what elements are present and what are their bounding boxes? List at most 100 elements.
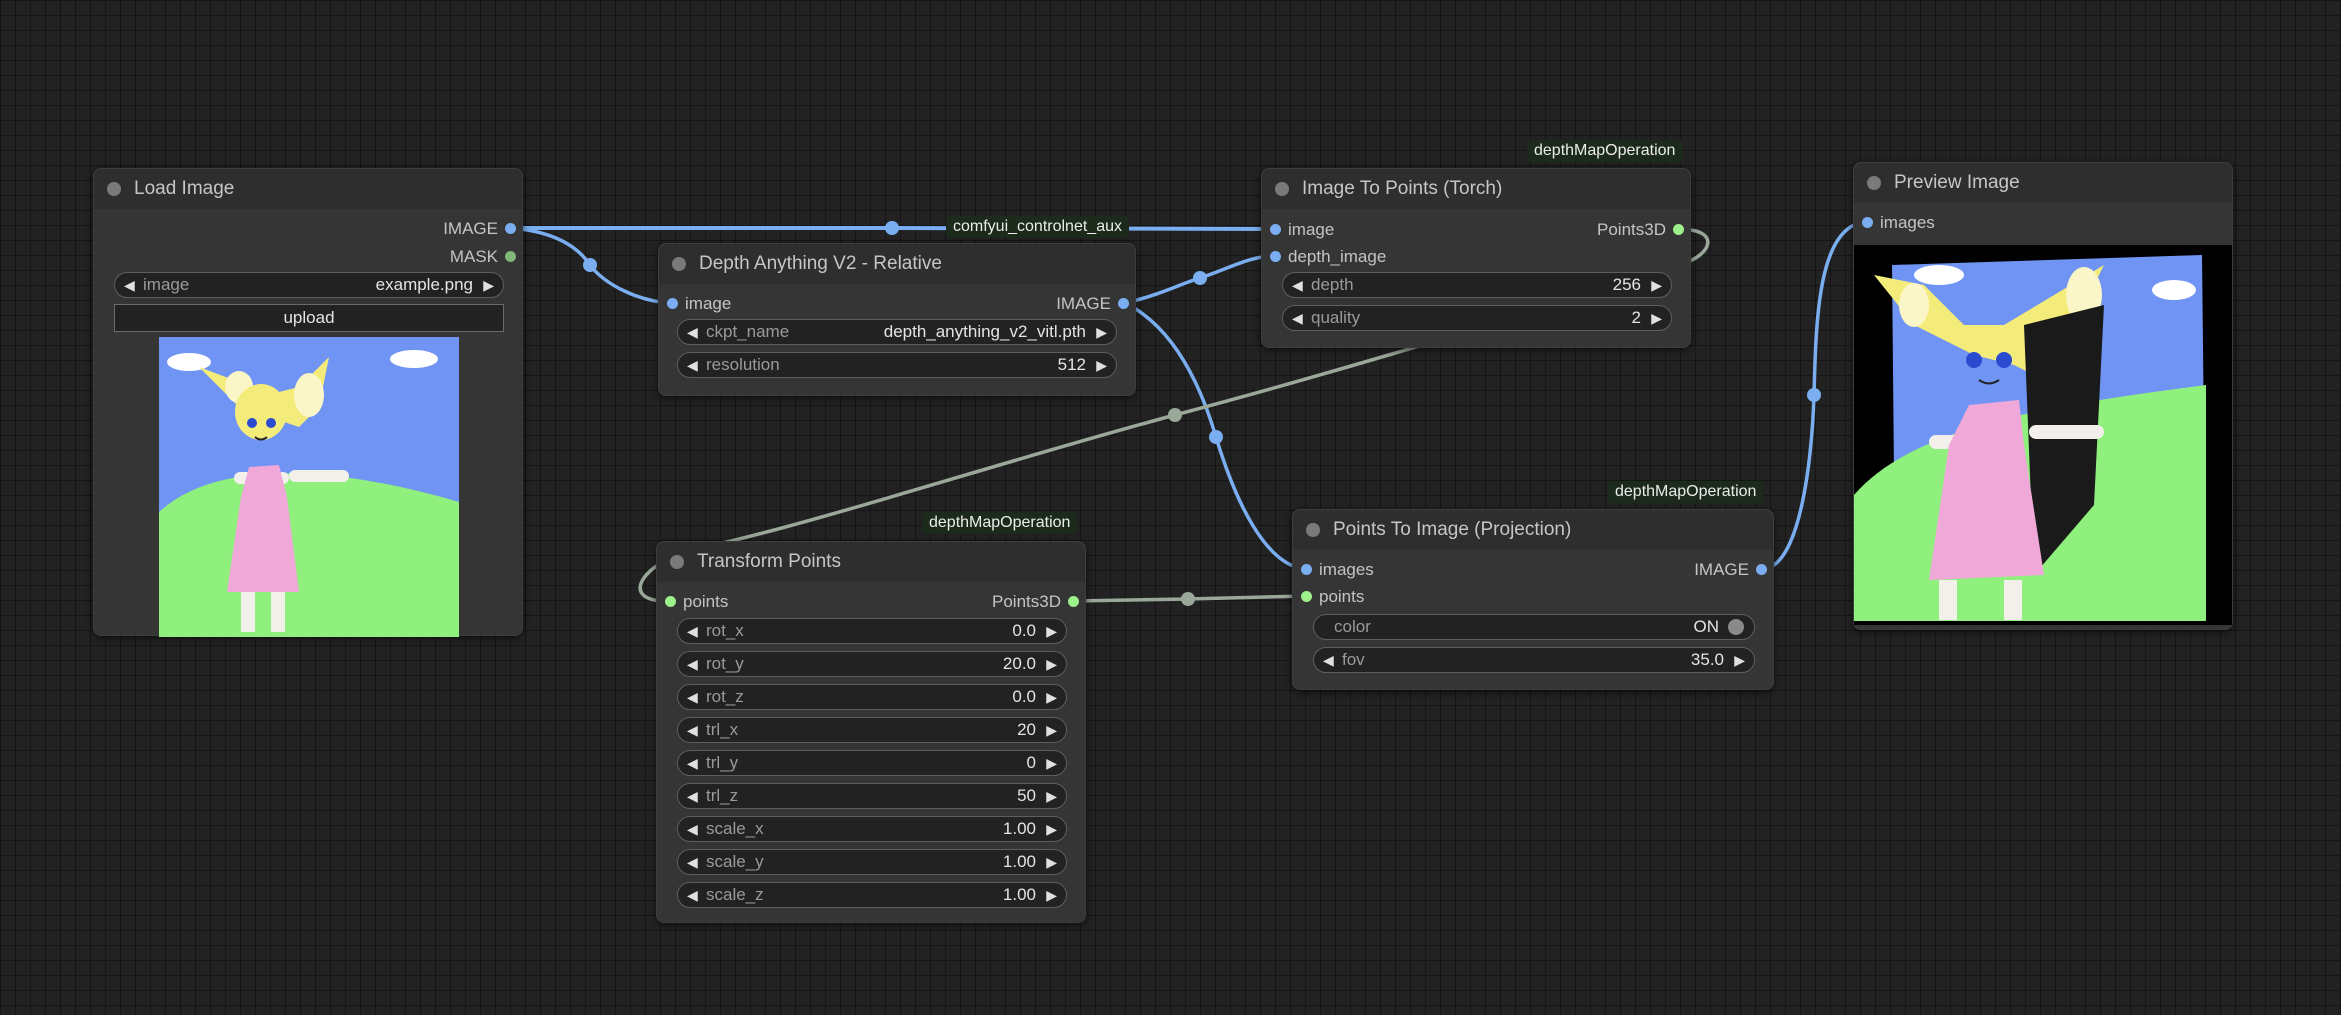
quality-widget[interactable]: ◀ quality 2 ▶	[1282, 305, 1672, 331]
slot-connector[interactable]	[1270, 251, 1281, 262]
slot-connector[interactable]	[505, 223, 516, 234]
increment-arrow-icon[interactable]: ▶	[1046, 751, 1057, 775]
node-title-bar[interactable]: Load Image	[94, 169, 522, 209]
depth-anything-node[interactable]: Depth Anything V2 - Relative image IMAGE…	[658, 243, 1136, 396]
node-title-bar[interactable]: Depth Anything V2 - Relative	[659, 244, 1135, 284]
resolution-widget[interactable]: ◀ resolution 512 ▶	[677, 352, 1117, 378]
link-transform-to-projection[interactable]	[1071, 594, 1307, 603]
rot-z-widget[interactable]: ◀ rot_z 0.0 ▶	[677, 684, 1067, 710]
input-slot-depth-image[interactable]: depth_image	[1270, 247, 1386, 267]
output-slot-image[interactable]: IMAGE	[1694, 560, 1767, 580]
slot-connector[interactable]	[1301, 591, 1312, 602]
link-reroute-dot[interactable]	[1193, 271, 1207, 285]
link-depth-to-image-to-points[interactable]	[1123, 254, 1276, 305]
output-slot-image[interactable]: IMAGE	[443, 219, 516, 239]
slot-connector[interactable]	[505, 251, 516, 262]
decrement-arrow-icon[interactable]: ◀	[124, 273, 135, 297]
collapse-dot[interactable]	[107, 182, 121, 196]
slot-connector[interactable]	[1068, 596, 1079, 607]
input-slot-images[interactable]: images	[1862, 213, 1935, 233]
slot-connector[interactable]	[1756, 564, 1767, 575]
scale-x-widget[interactable]: ◀ scale_x 1.00 ▶	[677, 816, 1067, 842]
slot-connector[interactable]	[667, 298, 678, 309]
increment-arrow-icon[interactable]: ▶	[1046, 619, 1057, 643]
node-title-bar[interactable]: Image To Points (Torch)	[1262, 169, 1690, 209]
node-title-bar[interactable]: Points To Image (Projection)	[1293, 510, 1773, 550]
decrement-arrow-icon[interactable]: ◀	[687, 619, 698, 643]
decrement-arrow-icon[interactable]: ◀	[1292, 306, 1303, 330]
decrement-arrow-icon[interactable]: ◀	[687, 850, 698, 874]
slot-connector[interactable]	[1118, 298, 1129, 309]
link-image-to-image-to-points[interactable]	[509, 226, 1276, 231]
decrement-arrow-icon[interactable]: ◀	[687, 817, 698, 841]
collapse-dot[interactable]	[672, 257, 686, 271]
link-reroute-dot[interactable]	[885, 221, 899, 235]
preview-image-node[interactable]: Preview Image images	[1853, 162, 2233, 630]
increment-arrow-icon[interactable]: ▶	[1046, 685, 1057, 709]
input-slot-image[interactable]: image	[667, 294, 731, 314]
increment-arrow-icon[interactable]: ▶	[1096, 320, 1107, 344]
points-to-image-node[interactable]: Points To Image (Projection) images IMAG…	[1292, 509, 1774, 690]
decrement-arrow-icon[interactable]: ◀	[1323, 648, 1334, 672]
collapse-dot[interactable]	[1306, 523, 1320, 537]
trl-z-widget[interactable]: ◀ trl_z 50 ▶	[677, 783, 1067, 809]
increment-arrow-icon[interactable]: ▶	[1651, 273, 1662, 297]
output-slot-points3d[interactable]: Points3D	[992, 592, 1079, 612]
collapse-dot[interactable]	[1275, 182, 1289, 196]
decrement-arrow-icon[interactable]: ◀	[687, 652, 698, 676]
input-slot-points[interactable]: points	[1301, 587, 1364, 607]
transform-points-node[interactable]: Transform Points points Points3D ◀ rot_x…	[656, 541, 1086, 923]
decrement-arrow-icon[interactable]: ◀	[687, 751, 698, 775]
increment-arrow-icon[interactable]: ▶	[1096, 353, 1107, 377]
scale-z-widget[interactable]: ◀ scale_z 1.00 ▶	[677, 882, 1067, 908]
increment-arrow-icon[interactable]: ▶	[1046, 817, 1057, 841]
decrement-arrow-icon[interactable]: ◀	[687, 718, 698, 742]
slot-connector[interactable]	[1862, 217, 1873, 228]
node-title-bar[interactable]: Preview Image	[1854, 163, 2232, 203]
slot-connector[interactable]	[1301, 564, 1312, 575]
slot-connector[interactable]	[1270, 224, 1281, 235]
input-slot-points[interactable]: points	[665, 592, 728, 612]
decrement-arrow-icon[interactable]: ◀	[687, 784, 698, 808]
collapse-dot[interactable]	[670, 555, 684, 569]
increment-arrow-icon[interactable]: ▶	[1046, 883, 1057, 907]
link-reroute-dot[interactable]	[1807, 388, 1821, 402]
color-toggle[interactable]: color ON	[1313, 614, 1755, 640]
link-reroute-dot[interactable]	[583, 258, 597, 272]
trl-y-widget[interactable]: ◀ trl_y 0 ▶	[677, 750, 1067, 776]
output-slot-mask[interactable]: MASK	[450, 247, 516, 267]
fov-widget[interactable]: ◀ fov 35.0 ▶	[1313, 647, 1755, 673]
decrement-arrow-icon[interactable]: ◀	[687, 685, 698, 709]
increment-arrow-icon[interactable]: ▶	[1046, 850, 1057, 874]
scale-y-widget[interactable]: ◀ scale_y 1.00 ▶	[677, 849, 1067, 875]
image-combo-widget[interactable]: ◀ image example.png ▶	[114, 272, 504, 298]
link-reroute-dot[interactable]	[1209, 430, 1223, 444]
depth-widget[interactable]: ◀ depth 256 ▶	[1282, 272, 1672, 298]
increment-arrow-icon[interactable]: ▶	[1651, 306, 1662, 330]
increment-arrow-icon[interactable]: ▶	[1046, 652, 1057, 676]
rot-y-widget[interactable]: ◀ rot_y 20.0 ▶	[677, 651, 1067, 677]
increment-arrow-icon[interactable]: ▶	[483, 273, 494, 297]
increment-arrow-icon[interactable]: ▶	[1046, 784, 1057, 808]
input-slot-images[interactable]: images	[1301, 560, 1374, 580]
decrement-arrow-icon[interactable]: ◀	[1292, 273, 1303, 297]
decrement-arrow-icon[interactable]: ◀	[687, 883, 698, 907]
link-projection-to-preview[interactable]	[1760, 220, 1868, 571]
slot-connector[interactable]	[1673, 224, 1684, 235]
decrement-arrow-icon[interactable]: ◀	[687, 320, 698, 344]
increment-arrow-icon[interactable]: ▶	[1046, 718, 1057, 742]
decrement-arrow-icon[interactable]: ◀	[687, 353, 698, 377]
image-to-points-node[interactable]: Image To Points (Torch) image Points3D d…	[1261, 168, 1691, 348]
increment-arrow-icon[interactable]: ▶	[1734, 648, 1745, 672]
slot-connector[interactable]	[665, 596, 676, 607]
load-image-node[interactable]: Load Image IMAGE MASK ◀ image example.pn…	[93, 168, 523, 637]
output-slot-image[interactable]: IMAGE	[1056, 294, 1129, 314]
input-slot-image[interactable]: image	[1270, 220, 1334, 240]
rot-x-widget[interactable]: ◀ rot_x 0.0 ▶	[677, 618, 1067, 644]
link-reroute-dot[interactable]	[1181, 592, 1195, 606]
toggle-knob-icon[interactable]	[1728, 619, 1744, 635]
collapse-dot[interactable]	[1867, 176, 1881, 190]
link-image-to-depth-anything[interactable]	[509, 226, 674, 305]
link-reroute-dot[interactable]	[1168, 408, 1182, 422]
ckpt-name-widget[interactable]: ◀ ckpt_name depth_anything_v2_vitl.pth ▶	[677, 319, 1117, 345]
